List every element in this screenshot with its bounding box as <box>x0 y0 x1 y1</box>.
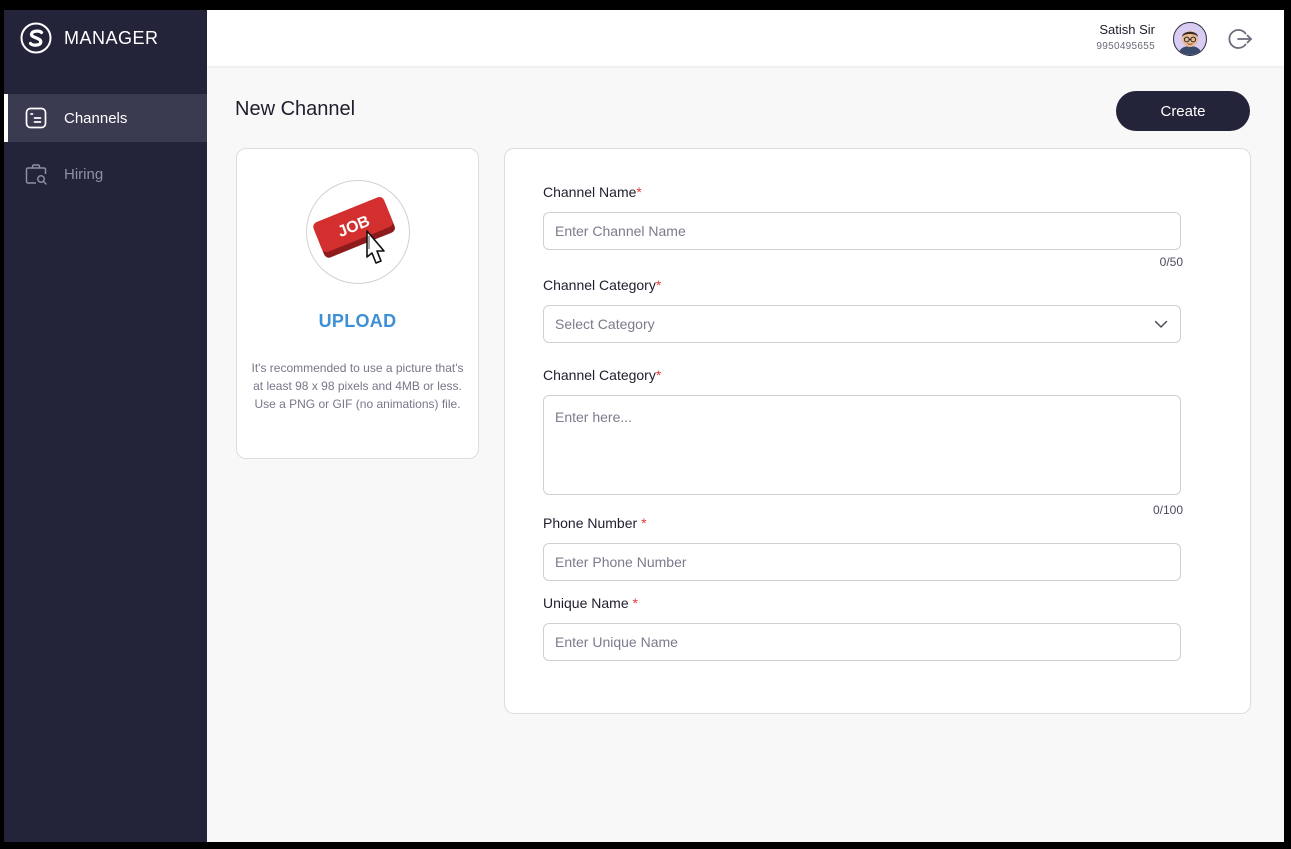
channel-category-placeholder: Select Category <box>555 316 655 332</box>
sidebar-item-channels[interactable]: Channels <box>4 94 207 142</box>
channel-description-label: Channel Category* <box>543 367 662 383</box>
channel-category-select[interactable]: Select Category <box>543 305 1181 343</box>
phone-number-input[interactable]: Enter Phone Number <box>543 543 1181 581</box>
sidebar-item-hiring[interactable]: Hiring <box>4 150 207 198</box>
brand-name: MANAGER <box>64 27 159 48</box>
channel-image-preview[interactable]: JOB <box>306 180 410 284</box>
job-key-icon: JOB <box>313 196 395 264</box>
phone-number-placeholder: Enter Phone Number <box>555 554 687 570</box>
unique-name-placeholder: Enter Unique Name <box>555 634 678 650</box>
unique-name-input[interactable]: Enter Unique Name <box>543 623 1181 661</box>
channel-description-placeholder: Enter here... <box>555 409 633 425</box>
required-marker: * <box>636 184 642 200</box>
unique-name-label: Unique Name * <box>543 595 638 611</box>
channel-category-label: Channel Category* <box>543 277 662 293</box>
user-name: Satish Sir <box>1099 22 1155 37</box>
phone-number-label: Phone Number * <box>543 515 647 531</box>
required-marker: * <box>632 595 638 611</box>
upload-button[interactable]: UPLOAD <box>237 311 478 332</box>
required-marker: * <box>655 277 662 293</box>
sidebar: MANAGER Channels Hiring <box>4 10 207 842</box>
channel-name-label: Channel Name* <box>543 184 642 200</box>
sidebar-item-label: Hiring <box>64 165 104 183</box>
channel-name-counter: 0/50 <box>1159 255 1183 269</box>
list-icon <box>25 107 47 129</box>
create-button[interactable]: Create <box>1116 91 1250 131</box>
sidebar-item-label: Channels <box>64 109 128 127</box>
avatar-face-icon <box>1179 31 1201 55</box>
top-bar: Satish Sir 9950495655 <box>207 10 1284 66</box>
channel-name-input[interactable]: Enter Channel Name <box>543 212 1181 250</box>
user-phone: 9950495655 <box>1096 41 1155 52</box>
chevron-down-icon <box>1154 320 1168 328</box>
channel-name-placeholder: Enter Channel Name <box>555 223 686 239</box>
avatar[interactable] <box>1173 22 1207 56</box>
s-logo-icon <box>20 22 52 54</box>
app-window: MANAGER Channels Hiring Satish Sir 99504… <box>4 10 1284 842</box>
channel-form: Channel Name* Enter Channel Name 0/50 Ch… <box>504 148 1251 714</box>
upload-card: JOB UPLOAD It's recommended to use a pic… <box>236 148 479 459</box>
channel-description-textarea[interactable]: Enter here... <box>543 395 1181 495</box>
brand[interactable]: MANAGER <box>20 22 159 54</box>
briefcase-search-icon <box>25 164 47 185</box>
required-marker: * <box>641 515 647 531</box>
required-marker: * <box>655 367 662 383</box>
upload-hint: It's recommended to use a picture that's… <box>251 361 464 411</box>
page-title: New Channel <box>235 98 356 120</box>
logout-icon[interactable] <box>1228 26 1254 52</box>
